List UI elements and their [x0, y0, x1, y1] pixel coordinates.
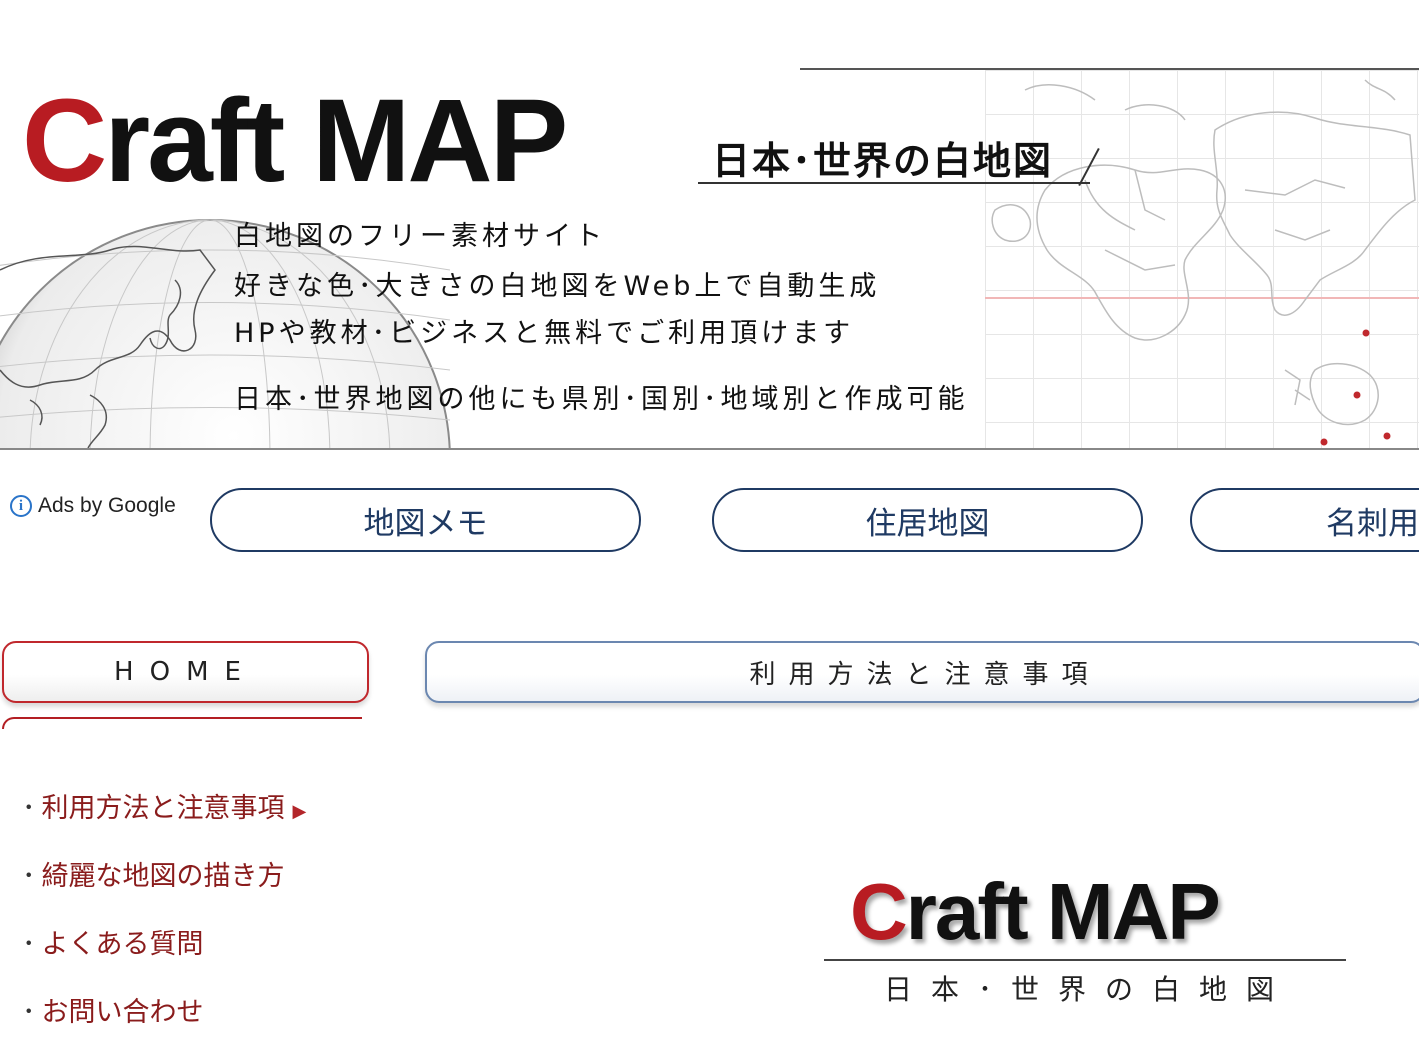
- sidebar-item-label: 綺麗な地図の描き方: [41, 861, 285, 892]
- header-bottom-rule: [0, 448, 1419, 450]
- site-subtitle: 日本･世界の白地図: [712, 138, 1054, 183]
- ad-link-residence-map[interactable]: 住居地図: [712, 488, 1143, 552]
- bullet-dot: ･: [22, 997, 36, 1028]
- footer-logo-initial: C: [850, 867, 908, 956]
- ads-label-text: Ads by Google: [38, 494, 176, 517]
- footer-logo: Craft MAP: [850, 872, 1221, 952]
- bullet-dot: ･: [22, 929, 36, 960]
- subtitle-underline: [698, 182, 1090, 184]
- header-banner: Craft MAP 日本･世界の白地図 白地図のフリー素材サイト 好きな色･大き…: [0, 0, 1419, 452]
- sidebar-item-label: お問い合わせ: [41, 997, 204, 1028]
- sidebar-item-usage[interactable]: ･利用方法と注意事項 ▶: [22, 786, 306, 825]
- logo-rest: raft MAP: [104, 75, 568, 207]
- nav-tab-usage[interactable]: 利用方法と注意事項: [425, 641, 1419, 703]
- bullet-dot: ･: [22, 793, 36, 824]
- site-logo[interactable]: Craft MAP: [22, 82, 568, 200]
- tagline-3: HPや教材･ビジネスと無料でご利用頂けます: [234, 318, 855, 349]
- logo-initial: C: [22, 75, 107, 207]
- tagline-2: 好きな色･大きさの白地図をWeb上で自動生成: [234, 271, 881, 302]
- sidebar-item-drawing-tips[interactable]: ･綺麗な地図の描き方: [22, 854, 285, 893]
- sidebar-item-faq[interactable]: ･よくある質問: [22, 922, 204, 961]
- footer-logo-rest: raft MAP: [905, 867, 1221, 956]
- tagline-4: 日本･世界地図の他にも県別･国別･地域別と作成可能: [234, 384, 969, 415]
- footer-logo-subtitle: 日本･世界の白地図: [884, 973, 1294, 1006]
- nav-tab-home[interactable]: HOME: [2, 641, 369, 703]
- info-icon[interactable]: i: [10, 495, 32, 517]
- sidebar-item-label: よくある質問: [41, 929, 204, 960]
- sidebar-item-label: 利用方法と注意事項: [41, 793, 285, 824]
- bullet-dot: ･: [22, 861, 36, 892]
- ad-link-business-card[interactable]: 名刺用: [1190, 488, 1419, 552]
- footer-logo-rule: [824, 959, 1346, 961]
- arrow-right-icon: ▶: [292, 801, 307, 822]
- ads-by-google[interactable]: i Ads by Google: [10, 494, 176, 518]
- sidebar-item-contact[interactable]: ･お問い合わせ: [22, 990, 204, 1029]
- ad-bar: i Ads by Google 地図メモ 住居地図 名刺用: [0, 488, 1419, 554]
- ad-link-map-memo[interactable]: 地図メモ: [210, 488, 641, 552]
- world-map-graphic: [991, 79, 1416, 446]
- home-tab-underline: [2, 717, 362, 729]
- tagline-1: 白地図のフリー素材サイト: [234, 221, 606, 252]
